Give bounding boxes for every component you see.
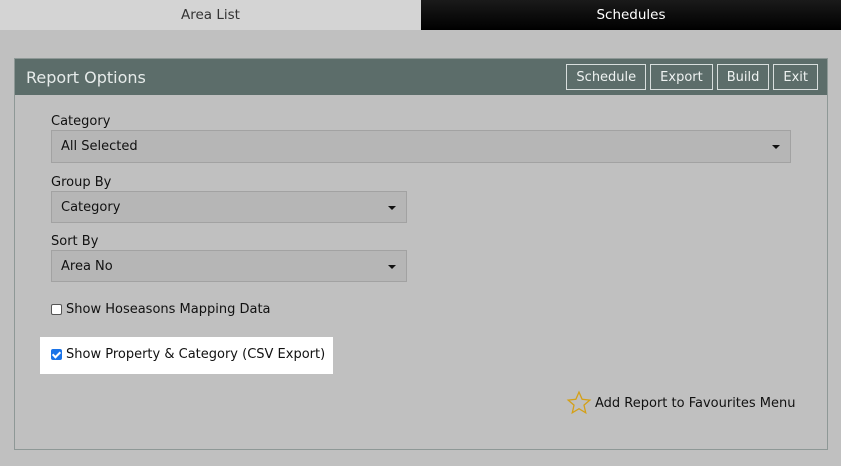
group-by-label: Group By [51,175,112,190]
panel-title: Report Options [26,67,146,87]
hoseasons-checkbox-label: Show Hoseasons Mapping Data [66,302,271,317]
panel-header: Report Options Schedule Export Build Exi… [15,59,827,95]
exit-button[interactable]: Exit [773,64,818,90]
property-category-checkbox-row: Show Property & Category (CSV Export) [51,347,325,362]
property-category-checkbox[interactable] [51,349,62,360]
group-by-select[interactable]: Category [51,191,407,223]
add-to-favourites-link[interactable]: Add Report to Favourites Menu [566,390,796,416]
add-to-favourites-label: Add Report to Favourites Menu [595,395,796,411]
category-select[interactable]: All Selected [51,130,791,163]
property-category-checkbox-label: Show Property & Category (CSV Export) [66,347,326,362]
sort-by-select[interactable]: Area No [51,250,407,282]
chevron-down-icon [388,206,396,210]
category-value: All Selected [61,139,138,154]
category-label: Category [51,114,111,129]
header-buttons: Schedule Export Build Exit [566,64,818,90]
chevron-down-icon [772,145,780,149]
export-button[interactable]: Export [650,64,713,90]
hoseasons-checkbox[interactable] [51,304,62,315]
tab-bar: Area List Schedules [0,0,841,30]
sort-by-label: Sort By [51,234,99,249]
sort-by-value: Area No [61,258,113,274]
build-button[interactable]: Build [716,64,770,90]
tab-schedules[interactable]: Schedules [421,0,841,30]
star-outline-icon [566,390,592,415]
tab-area-list[interactable]: Area List [0,0,421,30]
hoseasons-checkbox-row: Show Hoseasons Mapping Data [51,302,271,317]
chevron-down-icon [388,265,396,269]
schedule-button[interactable]: Schedule [566,64,647,90]
group-by-value: Category [61,199,121,215]
